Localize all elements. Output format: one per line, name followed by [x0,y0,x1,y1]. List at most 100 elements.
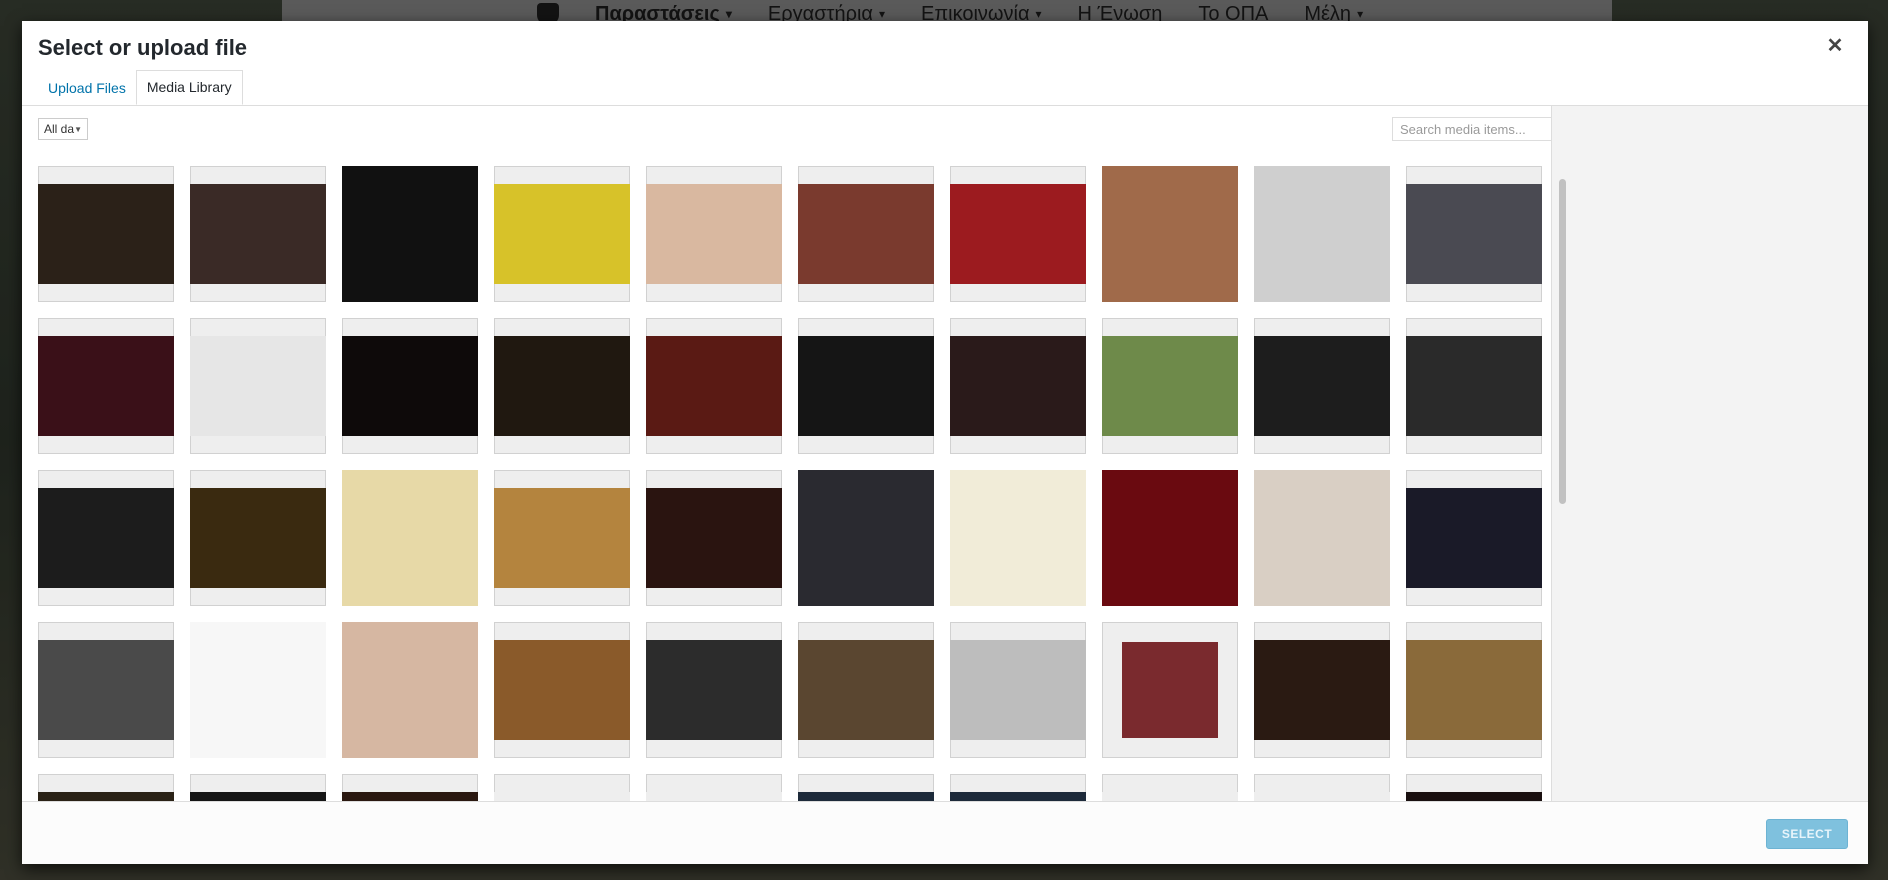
tab-upload-files[interactable]: Upload Files [38,72,136,105]
media-item-image [646,488,782,588]
media-item-thumbnail[interactable] [950,470,1086,606]
media-item-image [1254,640,1390,740]
media-item-image [38,488,174,588]
media-item-thumbnail[interactable] [342,318,478,454]
media-item-image [190,184,326,284]
date-filter-select[interactable]: All da ▼ [38,118,88,140]
media-item-image [1254,166,1390,302]
media-item-thumbnail[interactable] [1102,622,1238,758]
media-item-image [494,336,630,436]
media-item-thumbnail[interactable] [1406,622,1542,758]
media-grid-viewport[interactable] [38,166,1558,803]
media-item-image [1102,166,1238,302]
media-item-image [190,622,326,758]
media-item-thumbnail[interactable] [190,470,326,606]
media-item-thumbnail[interactable] [342,470,478,606]
media-item-image [798,470,934,606]
modal-title: Select or upload file [38,35,248,60]
media-item-image [1254,336,1390,436]
media-item-image [950,184,1086,284]
media-item-thumbnail[interactable] [494,318,630,454]
media-item-thumbnail[interactable] [1254,318,1390,454]
media-item-thumbnail[interactable] [494,470,630,606]
media-item-thumbnail[interactable] [1406,318,1542,454]
media-item-image [1122,642,1218,738]
media-item-image [342,166,478,302]
media-item-image [798,336,934,436]
media-item-thumbnail[interactable] [798,774,934,803]
media-item-thumbnail[interactable] [1102,166,1238,302]
media-item-image [798,640,934,740]
media-item-image [1254,470,1390,606]
media-item-thumbnail[interactable] [1254,470,1390,606]
media-item-thumbnail[interactable] [950,774,1086,803]
media-item-thumbnail[interactable] [342,166,478,302]
select-button[interactable]: SELECT [1766,819,1848,849]
media-item-thumbnail[interactable] [646,470,782,606]
media-item-thumbnail[interactable] [1102,318,1238,454]
media-item-image [950,470,1086,606]
media-item-thumbnail[interactable] [950,166,1086,302]
media-item-thumbnail[interactable] [1406,470,1542,606]
media-item-image [494,184,630,284]
media-item-image [1406,488,1542,588]
media-item-thumbnail[interactable] [798,166,934,302]
media-item-image [950,640,1086,740]
media-item-thumbnail[interactable] [646,318,782,454]
chevron-down-icon: ▼ [74,124,82,134]
media-item-image [38,184,174,284]
media-item-image [38,336,174,436]
media-item-image [646,184,782,284]
media-item-thumbnail[interactable] [1102,470,1238,606]
date-filter-value: All da [44,122,75,136]
media-item-image [950,336,1086,436]
media-item-image [646,336,782,436]
media-item-image [190,488,326,588]
media-item-thumbnail[interactable] [494,774,630,803]
media-item-thumbnail[interactable] [1254,166,1390,302]
media-item-thumbnail[interactable] [1254,774,1390,803]
media-item-thumbnail[interactable] [38,622,174,758]
media-item-thumbnail[interactable] [950,318,1086,454]
media-item-thumbnail[interactable] [646,774,782,803]
media-item-thumbnail[interactable] [646,166,782,302]
media-item-thumbnail[interactable] [190,774,326,803]
media-item-thumbnail[interactable] [38,166,174,302]
media-item-thumbnail[interactable] [494,622,630,758]
media-item-thumbnail[interactable] [342,774,478,803]
media-item-thumbnail[interactable] [190,166,326,302]
media-item-thumbnail[interactable] [1254,622,1390,758]
media-item-thumbnail[interactable] [1406,166,1542,302]
media-item-image [342,622,478,758]
media-item-thumbnail[interactable] [1102,774,1238,803]
media-item-thumbnail[interactable] [1406,774,1542,803]
modal-tabs: Upload Files Media Library [38,70,243,105]
media-item-image [38,640,174,740]
media-item-image [494,640,630,740]
scrollbar-thumb[interactable] [1559,179,1566,504]
media-item-thumbnail[interactable] [38,774,174,803]
media-item-image [190,336,326,436]
media-item-thumbnail[interactable] [190,622,326,758]
media-item-thumbnail[interactable] [798,622,934,758]
media-item-thumbnail[interactable] [190,318,326,454]
media-modal: Select or upload file ✕ Upload Files Med… [22,21,1868,864]
media-item-image [342,470,478,606]
media-item-thumbnail[interactable] [798,318,934,454]
close-icon[interactable]: ✕ [1824,35,1846,57]
media-item-thumbnail[interactable] [38,470,174,606]
media-item-thumbnail[interactable] [494,166,630,302]
search-input[interactable] [1392,117,1552,141]
media-item-thumbnail[interactable] [646,622,782,758]
media-item-thumbnail[interactable] [798,470,934,606]
media-item-image [798,184,934,284]
media-item-thumbnail[interactable] [950,622,1086,758]
media-item-image [1406,640,1542,740]
media-item-image [1102,336,1238,436]
media-item-thumbnail[interactable] [342,622,478,758]
media-item-image [1406,336,1542,436]
tab-media-library[interactable]: Media Library [135,70,243,105]
media-grid [38,166,1558,803]
media-item-image [1406,184,1542,284]
media-item-thumbnail[interactable] [38,318,174,454]
